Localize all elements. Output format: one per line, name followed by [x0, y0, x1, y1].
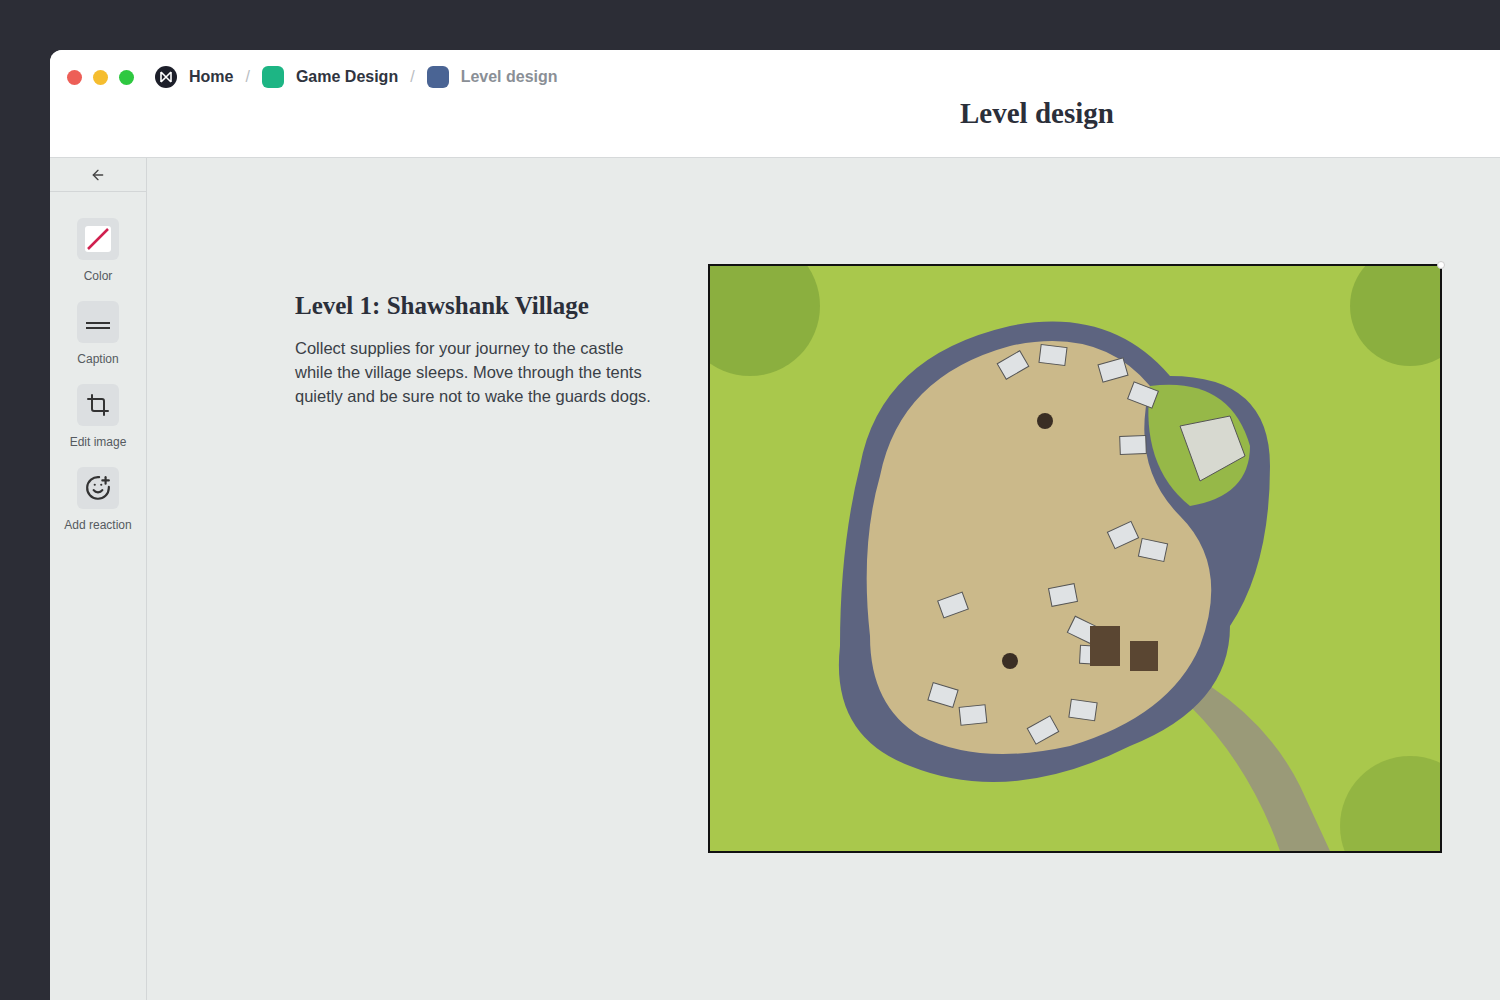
tool-button[interactable]: Add reaction	[64, 467, 131, 532]
map-image[interactable]	[708, 264, 1442, 853]
level-title[interactable]: Level 1: Shawshank Village	[295, 292, 655, 320]
breadcrumb-item[interactable]: Level design	[427, 66, 558, 88]
maximize-button[interactable]	[119, 70, 134, 85]
breadcrumb-separator: /	[410, 68, 414, 86]
tool-label: Color	[84, 269, 113, 283]
level-description[interactable]: Collect supplies for your journey to the…	[295, 336, 655, 408]
tool-icon-box	[77, 467, 119, 509]
top-row: Home / Game Design / Level design	[67, 67, 1500, 87]
tool-label: Add reaction	[64, 518, 131, 532]
page-icon	[427, 66, 449, 88]
page-icon	[155, 66, 177, 88]
tool-button[interactable]: Edit image	[70, 384, 127, 449]
level-text: Level 1: Shawshank Village Collect suppli…	[295, 264, 655, 1000]
caption-icon	[83, 312, 113, 332]
page-title: Level design	[960, 97, 1500, 130]
arrow-left-icon	[90, 167, 106, 183]
tool-button[interactable]: Color	[77, 218, 119, 283]
village-map	[710, 266, 1440, 851]
page-icon	[262, 66, 284, 88]
tool-icon-box	[77, 384, 119, 426]
tool-label: Edit image	[70, 435, 127, 449]
tool-button[interactable]: Caption	[77, 301, 119, 366]
minimize-button[interactable]	[93, 70, 108, 85]
back-button[interactable]	[50, 158, 146, 192]
close-button[interactable]	[67, 70, 82, 85]
title-bar: Home / Game Design / Level design Level desig…	[50, 50, 1500, 158]
breadcrumb: Home / Game Design / Level design	[155, 66, 558, 88]
tool-icon-box	[77, 301, 119, 343]
canvas: Level 1: Shawshank Village Collect suppli…	[147, 158, 1500, 1000]
window-controls	[67, 70, 134, 85]
editor-body: Color Caption Edit image Add reaction Level …	[50, 158, 1500, 1000]
breadcrumb-separator: /	[245, 68, 249, 86]
breadcrumb-item[interactable]: Home	[155, 66, 233, 88]
tool-icon-box	[77, 218, 119, 260]
logo-icon	[160, 71, 172, 83]
resize-handle[interactable]	[1437, 261, 1445, 269]
breadcrumb-item[interactable]: Game Design	[262, 66, 398, 88]
desktop: Home / Game Design / Level design Level desig…	[0, 0, 1500, 1000]
tool-list: Color Caption Edit image Add reaction	[64, 192, 131, 532]
color-icon	[84, 225, 112, 253]
tool-sidebar: Color Caption Edit image Add reaction	[50, 158, 147, 1000]
tool-label: Caption	[77, 352, 118, 366]
crop-icon	[86, 393, 110, 417]
smile-plus-icon	[85, 475, 111, 501]
app-window: Home / Game Design / Level design Level desig…	[50, 50, 1500, 1000]
